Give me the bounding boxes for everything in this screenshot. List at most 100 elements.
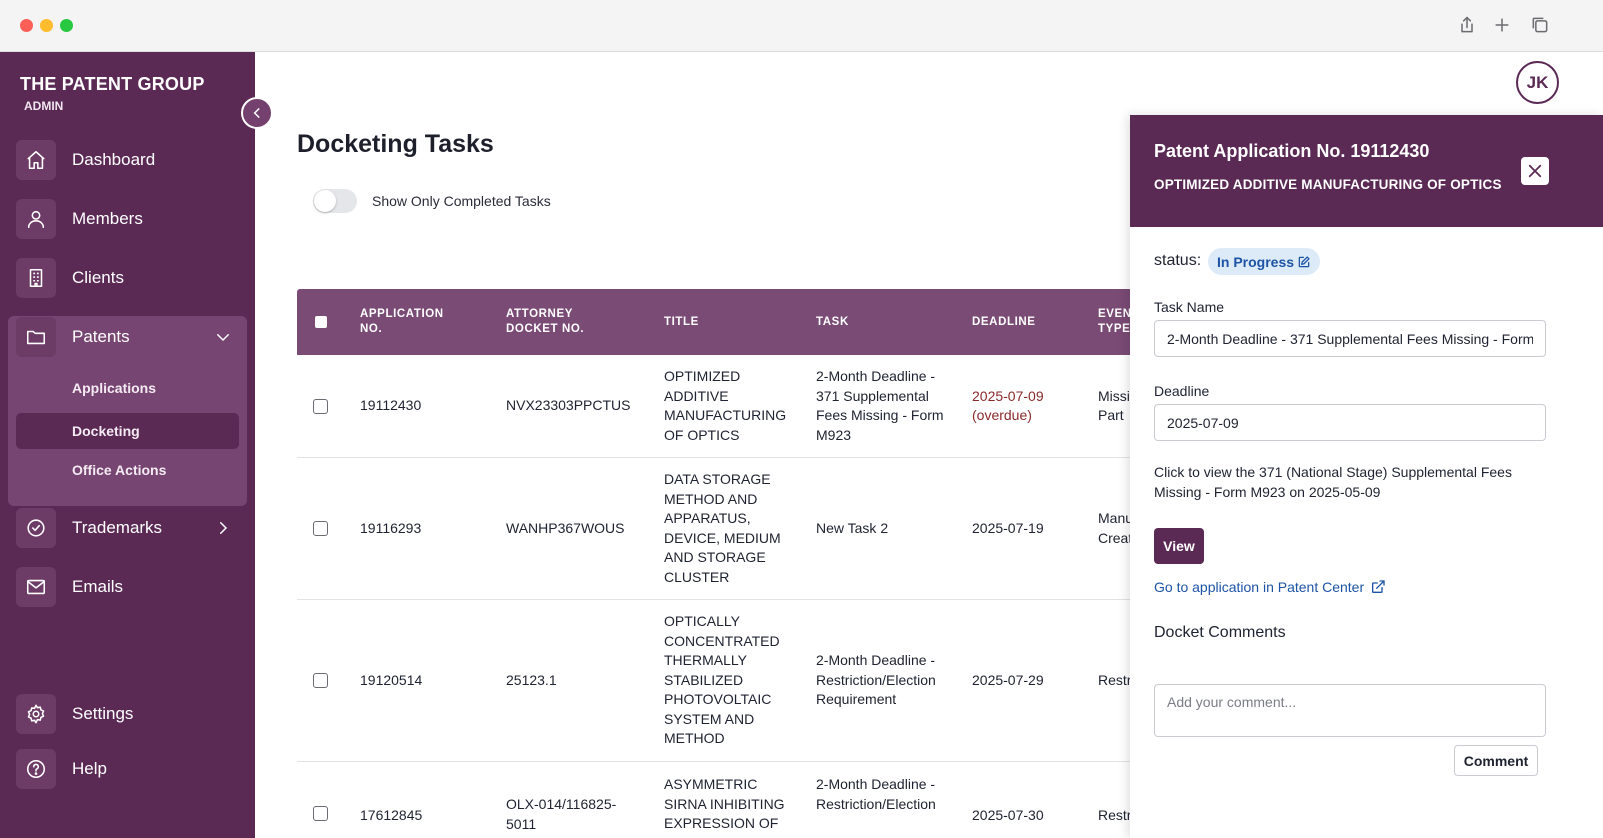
- share-icon[interactable]: [1456, 14, 1478, 36]
- sidebar-subitem-applications[interactable]: Applications: [16, 370, 239, 406]
- overdue-label: (overdue): [972, 407, 1032, 423]
- comment-button[interactable]: Comment: [1454, 745, 1538, 776]
- close-panel-button[interactable]: [1521, 157, 1549, 185]
- deadline-label: Deadline: [1154, 383, 1210, 399]
- cell-task: New Task 2: [816, 519, 889, 536]
- column-header-deadline[interactable]: DEADLINE: [972, 289, 1072, 355]
- cell-title: OPTICALLY CONCENTRATED THERMALLY STABILI…: [664, 613, 780, 747]
- deadline-input[interactable]: [1154, 404, 1546, 441]
- sidebar-item-settings[interactable]: Settings: [16, 693, 240, 735]
- sidebar-item-label: Help: [72, 759, 107, 778]
- panel-header: Patent Application No. 19112430 OPTIMIZE…: [1130, 115, 1603, 227]
- table-header: APPLICATION NO. ATTORNEY DOCKET NO. TITL…: [297, 289, 1197, 355]
- badge-check-icon: [16, 508, 56, 548]
- sidebar-subitem-docketing[interactable]: Docketing: [16, 413, 239, 449]
- table-row[interactable]: 19120514 25123.1 OPTICALLY CONCENTRATED …: [297, 600, 1197, 762]
- chevron-down-icon: [217, 334, 229, 342]
- cell-deadline: 2025-07-29: [972, 671, 1044, 688]
- task-name-input[interactable]: [1154, 320, 1546, 357]
- cell-docket-no: 25123.1: [506, 671, 557, 688]
- sidebar-item-clients[interactable]: Clients: [16, 257, 240, 299]
- cell-task: 2-Month Deadline - 371 Supplemental Fees…: [816, 368, 944, 443]
- chevron-right-icon: [220, 522, 228, 534]
- sidebar-item-label: Clients: [72, 268, 124, 287]
- sidebar-item-label: Dashboard: [72, 150, 156, 169]
- folder-icon: [16, 317, 56, 357]
- external-link-icon: [1372, 580, 1385, 593]
- close-window-button[interactable]: [20, 19, 33, 32]
- column-header-attorney-docket[interactable]: ATTORNEY DOCKET NO.: [506, 289, 646, 355]
- home-icon: [16, 140, 56, 180]
- sidebar: THE PATENT GROUP ADMIN Dashboard Members…: [0, 52, 255, 838]
- cell-application-no: 19120514: [360, 671, 423, 688]
- column-header-title[interactable]: TITLE: [664, 289, 784, 355]
- new-tab-icon[interactable]: [1491, 14, 1513, 36]
- row-checkbox[interactable]: [313, 673, 328, 688]
- table-row[interactable]: 19112430 NVX23303PPCTUS OPTIMIZED ADDITI…: [297, 355, 1197, 458]
- task-detail-panel: Patent Application No. 19112430 OPTIMIZE…: [1130, 115, 1603, 838]
- minimize-window-button[interactable]: [40, 19, 53, 32]
- task-name-label: Task Name: [1154, 299, 1225, 315]
- page-title: Docketing Tasks: [297, 130, 494, 158]
- table-row[interactable]: 17612845 OLX-014/116825-5011 ASYMMETRIC …: [297, 762, 1197, 838]
- cell-task: 2-Month Deadline - Restriction/Election …: [816, 652, 936, 708]
- edit-icon: [1298, 255, 1310, 267]
- column-header-task[interactable]: TASK: [816, 289, 936, 355]
- sidebar-item-help[interactable]: Help: [16, 748, 240, 790]
- tabs-overview-icon[interactable]: [1529, 14, 1551, 36]
- help-circle-icon: [16, 749, 56, 789]
- panel-title: Patent Application No. 19112430: [1154, 141, 1430, 161]
- user-avatar[interactable]: JK: [1516, 61, 1559, 104]
- status-label: status:: [1154, 252, 1202, 269]
- view-document-button[interactable]: View: [1154, 528, 1204, 564]
- cell-application-no: 19116293: [360, 519, 422, 536]
- sidebar-item-members[interactable]: Members: [16, 198, 240, 240]
- gear-icon: [16, 694, 56, 734]
- status-text: In Progress: [1217, 253, 1295, 270]
- cell-application-no: 19112430: [360, 397, 422, 414]
- row-checkbox[interactable]: [313, 806, 328, 821]
- users-icon: [16, 199, 56, 239]
- cell-docket-no: NVX23303PPCTUS: [506, 397, 631, 414]
- maximize-window-button[interactable]: [60, 19, 73, 32]
- completed-tasks-toggle[interactable]: [313, 189, 357, 213]
- sidebar-item-emails[interactable]: Emails: [16, 566, 240, 608]
- close-icon: [1528, 164, 1542, 178]
- cell-deadline: 2025-07-19: [972, 519, 1044, 536]
- comment-input[interactable]: Add your comment...: [1154, 684, 1546, 737]
- cell-deadline: 2025-07-30: [972, 807, 1044, 823]
- window-titlebar: [0, 0, 1603, 52]
- sidebar-item-label: Members: [72, 209, 143, 228]
- user-role: ADMIN: [24, 99, 64, 113]
- docket-comments-title: Docket Comments: [1154, 624, 1286, 641]
- sidebar-item-dashboard[interactable]: Dashboard: [16, 139, 240, 181]
- cell-deadline: 2025-07-09 (overdue): [972, 355, 1082, 457]
- document-info-text: Click to view the 371 (National Stage) S…: [1154, 464, 1512, 500]
- sidebar-item-label: Settings: [72, 704, 134, 723]
- deadline-date: 2025-07-09: [972, 387, 1044, 404]
- sidebar-item-patents[interactable]: Patents: [16, 316, 240, 358]
- brand-name: THE PATENT GROUP: [20, 74, 205, 94]
- cell-docket-no: WANHP367WOUS: [506, 519, 625, 536]
- toggle-label: Show Only Completed Tasks: [372, 193, 551, 209]
- cell-title: DATA STORAGE METHOD AND APPARATUS, DEVIC…: [664, 471, 781, 585]
- building-icon: [16, 258, 56, 298]
- sidebar-item-label: Emails: [72, 577, 124, 596]
- patent-center-link[interactable]: Go to application in Patent Center: [1154, 579, 1386, 595]
- toggle-knob: [314, 190, 336, 212]
- mail-icon: [16, 567, 56, 607]
- collapse-sidebar-button[interactable]: [241, 97, 273, 129]
- sidebar-item-label: Patents: [72, 327, 130, 346]
- cell-docket-no: OLX-014/116825-5011: [506, 796, 617, 832]
- sidebar-item-trademarks[interactable]: Trademarks: [16, 507, 240, 549]
- patent-center-link-text: Go to application in Patent Center: [1154, 579, 1365, 595]
- cell-task: 2-Month Deadline - Restriction/Election: [816, 776, 936, 812]
- table-row[interactable]: 19116293 WANHP367WOUS DATA STORAGE METHO…: [297, 458, 1197, 600]
- sidebar-subitem-office-actions[interactable]: Office Actions: [16, 452, 239, 488]
- status-badge[interactable]: In Progress: [1208, 248, 1321, 275]
- cell-title: OPTIMIZED ADDITIVE MANUFACTURING OF OPTI…: [664, 368, 787, 443]
- row-checkbox[interactable]: [313, 521, 328, 536]
- select-all-checkbox[interactable]: [315, 316, 327, 328]
- column-header-application-no[interactable]: APPLICATION NO.: [360, 289, 480, 355]
- row-checkbox[interactable]: [313, 399, 328, 414]
